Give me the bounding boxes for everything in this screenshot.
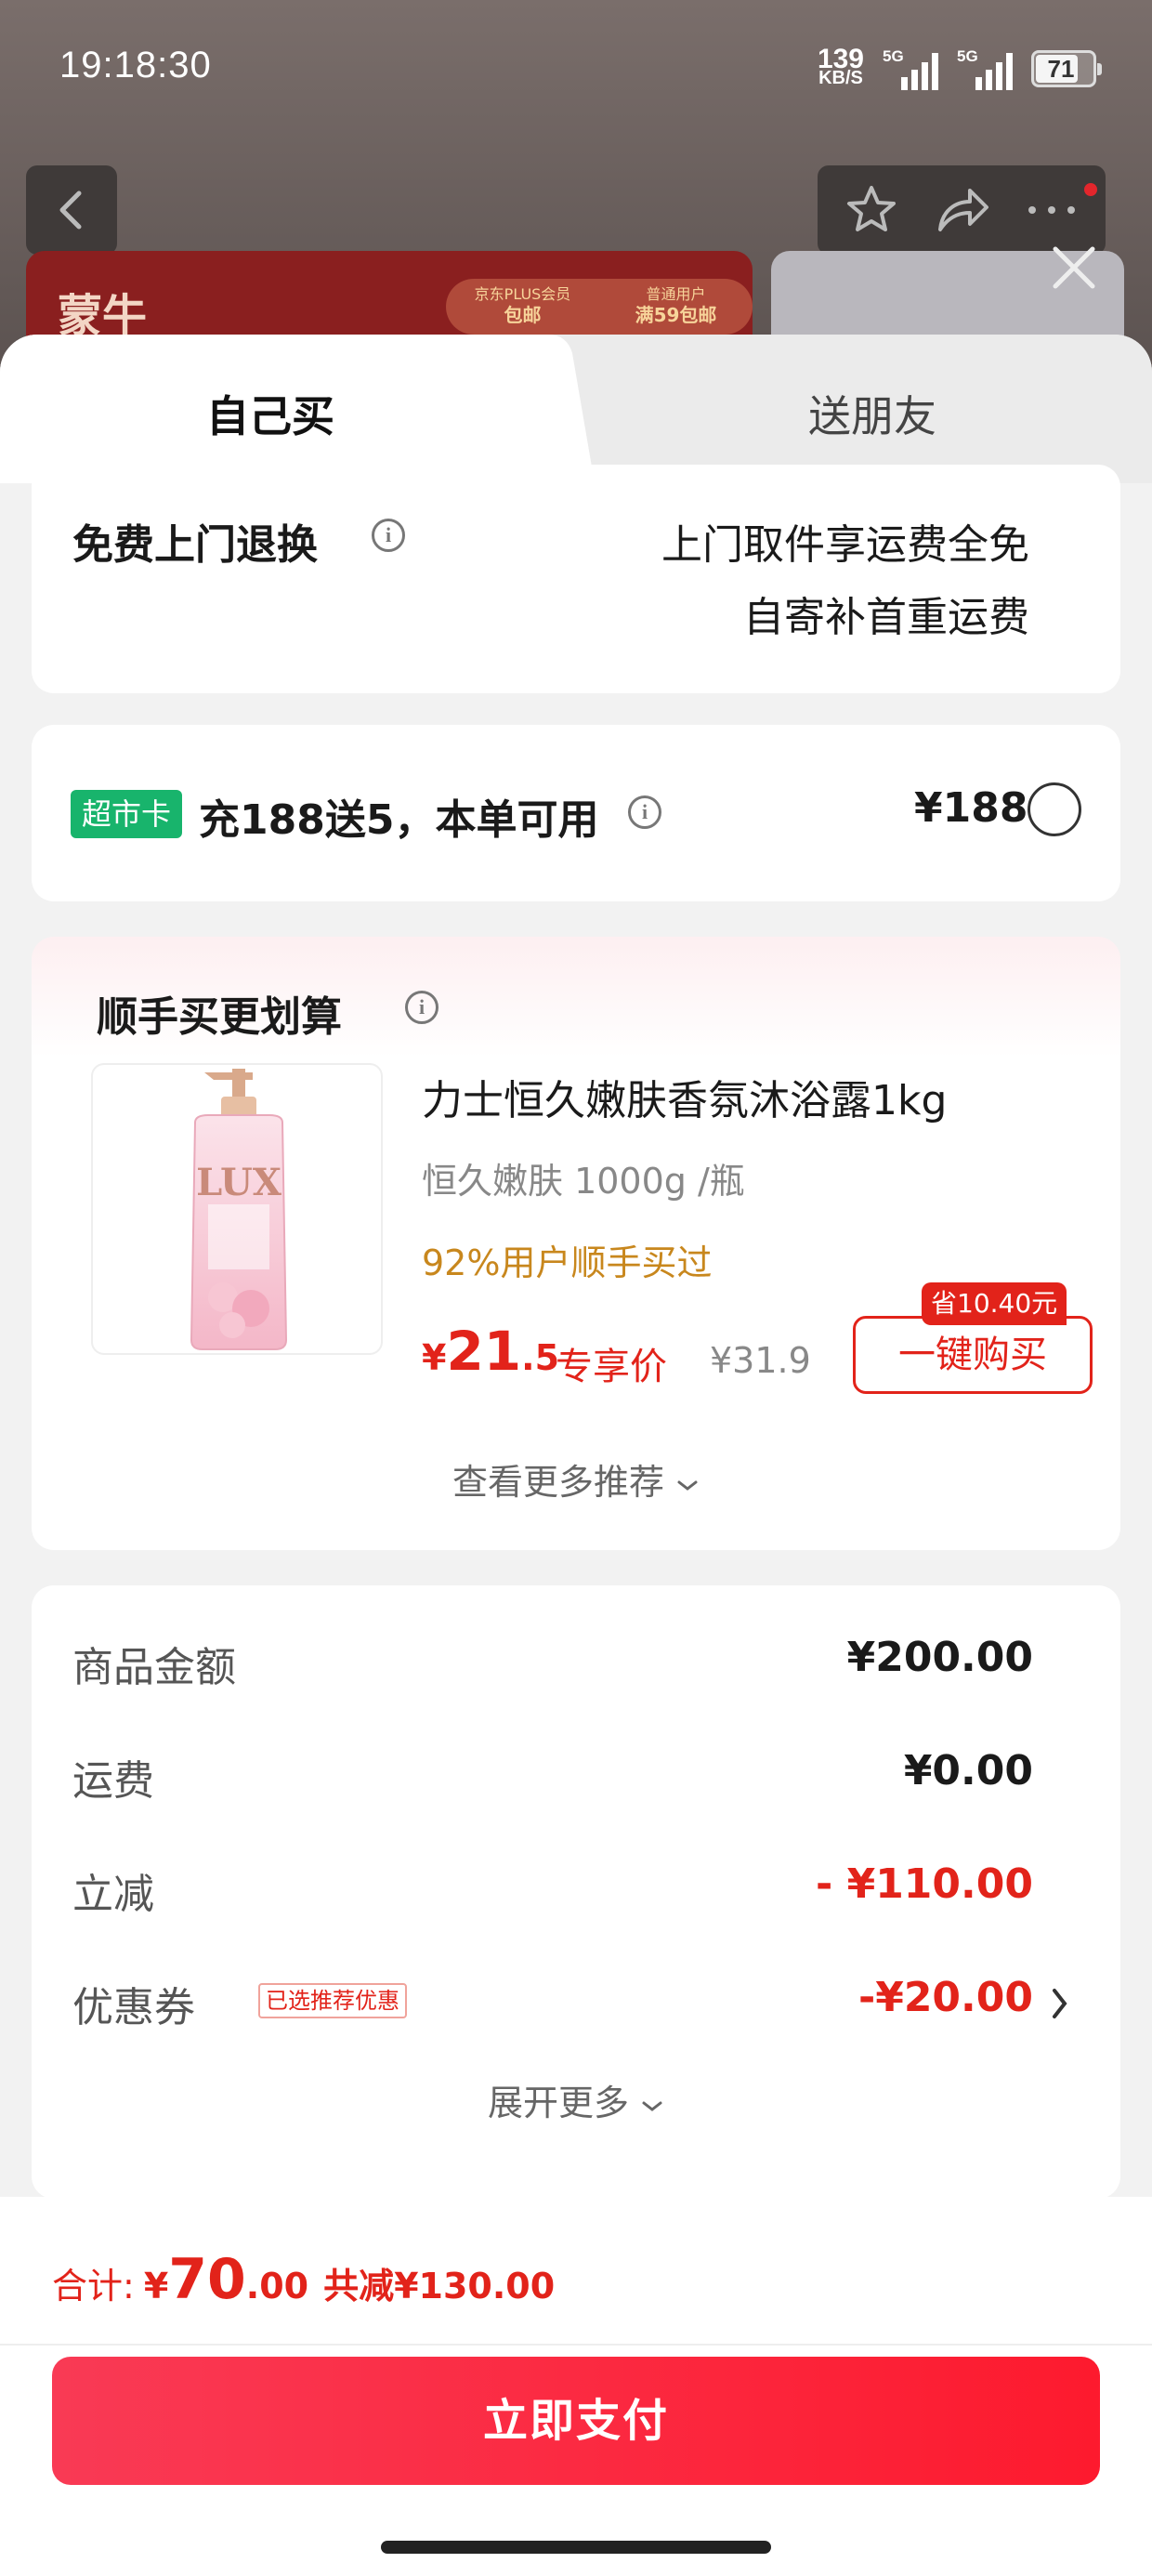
chevron-left-icon — [59, 191, 82, 230]
share-icon[interactable] — [933, 183, 990, 237]
total-symbol: ¥ — [143, 2266, 169, 2307]
summary-value: ¥200.00 — [846, 1634, 1033, 1681]
info-icon[interactable]: i — [628, 795, 661, 829]
summary-value: -¥20.00 — [857, 1974, 1033, 2021]
battery-icon: 71 — [1031, 50, 1102, 87]
status-icons: 139 KB/S 5G 5G 71 — [817, 41, 1102, 97]
summary-label: 商品金额 — [72, 1644, 236, 1691]
signal-icon: 5G — [957, 47, 1013, 90]
battery-level: 71 — [1047, 55, 1075, 83]
order-summary-card: 商品金额 ¥200.00 运费 ¥0.00 立减 - ¥110.00 优惠券 已… — [32, 1585, 1120, 2199]
close-icon[interactable] — [1050, 243, 1098, 292]
return-line: 上门取件享运费全免 — [661, 521, 1029, 569]
recommendation-title: 顺手买更划算 — [97, 993, 342, 1041]
return-title: 免费上门退换 — [72, 521, 318, 569]
product-spec[interactable]: 恒久嫩肤 1000g /瓶 — [422, 1152, 745, 1203]
notification-dot — [1081, 180, 1100, 199]
nav-action-group — [818, 165, 1106, 255]
supermarket-offer-text: 充188送5，本单可用 — [199, 796, 599, 844]
promo-normal: 普通用户 满59包邮 — [635, 285, 717, 326]
tab-gift-friend[interactable]: 送朋友 — [808, 383, 936, 444]
chevron-down-icon — [677, 1480, 698, 1491]
expand-more-link[interactable]: 展开更多 — [32, 2074, 1120, 2125]
status-bar: 19:18:30 139 KB/S 5G 5G 71 — [0, 0, 1152, 139]
star-icon[interactable] — [844, 183, 898, 237]
summary-row-goods: 商品金额 ¥200.00 — [72, 1634, 1033, 1691]
summary-row-shipping: 运费 ¥0.00 — [72, 1747, 1033, 1805]
body-wash-bottle-image: LUX — [190, 1069, 288, 1350]
network-speed: 139 KB/S — [817, 44, 864, 88]
summary-label: 运费 — [72, 1757, 154, 1805]
add-on-recommendation-card: 顺手买更划算 i LUX 力士恒久嫩肤香氛沐浴露1kg 恒久嫩肤 1000g /… — [32, 937, 1120, 1550]
order-total: 合计: ¥70.00 共减¥130.00 — [52, 2247, 555, 2312]
total-integer: 70 — [168, 2247, 246, 2312]
more-recommendations-link[interactable]: 查看更多推荐 — [32, 1453, 1120, 1505]
product-image[interactable]: LUX — [91, 1063, 383, 1355]
summary-value: ¥0.00 — [903, 1747, 1033, 1794]
product-social-proof: 92%用户顺手买过 — [422, 1242, 713, 1283]
summary-value: - ¥110.00 — [816, 1860, 1033, 1908]
one-click-buy-button[interactable]: 一键购买 — [853, 1316, 1093, 1394]
pay-now-button[interactable]: 立即支付 — [52, 2357, 1100, 2485]
shipping-promo: 京东PLUS会员 包邮 普通用户 满59包邮 — [446, 279, 753, 335]
summary-label: 优惠券 — [72, 1984, 195, 2031]
return-service-card: 免费上门退换 i 上门取件享运费全免 自寄补首重运费 — [32, 465, 1120, 693]
save-amount-badge: 省10.40元 — [922, 1282, 1067, 1325]
promo-plus: 京东PLUS会员 包邮 — [474, 285, 571, 326]
svg-text:LUX: LUX — [196, 1161, 281, 1204]
chevron-right-icon[interactable] — [1050, 1985, 1070, 2022]
price-symbol: ¥ — [422, 1337, 447, 1378]
divider — [0, 2344, 1152, 2346]
total-saved: 共减¥130.00 — [323, 2266, 556, 2307]
price-integer: 21 — [446, 1320, 522, 1383]
summary-row-discount: 立减 - ¥110.00 — [72, 1860, 1033, 1918]
supermarket-card-price: ¥188 — [914, 784, 1028, 832]
status-time: 19:18:30 — [59, 45, 212, 85]
summary-row-coupon[interactable]: 优惠券 已选推荐优惠 -¥20.00 — [72, 1974, 1067, 2031]
tab-self-buy[interactable]: 自己买 — [206, 383, 334, 444]
total-label: 合计: — [52, 2266, 135, 2307]
purchase-tabs: 自己买 送朋友 — [0, 335, 1152, 483]
return-description: 上门取件享运费全免 自寄补首重运费 — [661, 509, 1029, 654]
network-speed-value: 139 — [817, 44, 864, 74]
info-icon[interactable]: i — [405, 991, 439, 1024]
home-indicator[interactable] — [381, 2541, 771, 2554]
price-decimal: .5 — [521, 1337, 560, 1378]
return-line: 自寄补首重运费 — [743, 594, 1029, 641]
supermarket-card-radio[interactable] — [1028, 782, 1081, 836]
back-button[interactable] — [26, 165, 117, 255]
summary-label: 立减 — [72, 1871, 154, 1918]
checkout-footer: 合计: ¥70.00 共减¥130.00 立即支付 — [0, 2197, 1152, 2576]
product-price: ¥21.5 — [422, 1320, 559, 1383]
more-icon[interactable] — [1025, 201, 1079, 219]
total-decimal: .00 — [245, 2266, 309, 2307]
original-price: ¥31.9 — [710, 1340, 811, 1381]
network-speed-unit: KB/S — [818, 68, 863, 88]
product-name[interactable]: 力士恒久嫩肤香氛沐浴露1kg — [422, 1067, 947, 1126]
info-icon[interactable]: i — [372, 519, 405, 552]
signal-icon: 5G — [883, 47, 938, 90]
supermarket-card-tag: 超市卡 — [71, 790, 183, 838]
coupon-selected-tag: 已选推荐优惠 — [258, 1983, 407, 2018]
exclusive-price-label: 专享价 — [556, 1346, 667, 1388]
supermarket-card-offer[interactable]: 超市卡 充188送5，本单可用 i ¥188 — [32, 725, 1120, 901]
chevron-down-icon — [642, 2101, 662, 2111]
